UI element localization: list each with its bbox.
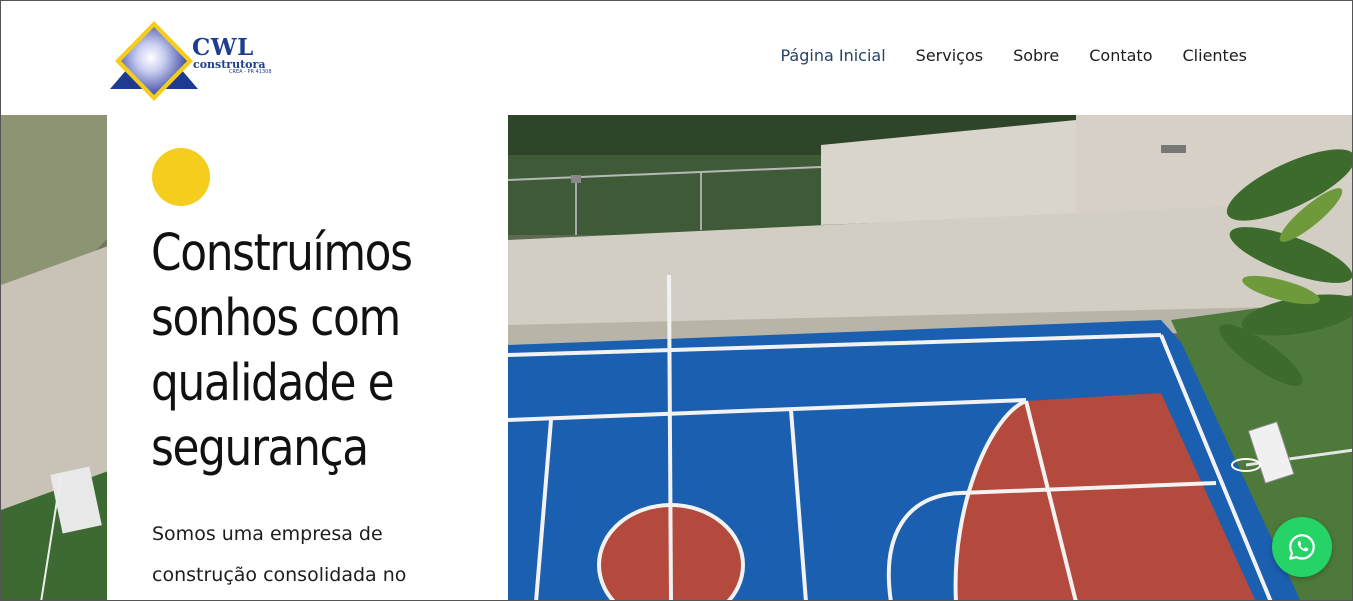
hero-section: Construímos sonhos com qualidade e segur…	[1, 115, 1352, 600]
nav-item-sobre[interactable]: Sobre	[1013, 45, 1059, 67]
nav-item-servicos[interactable]: Serviços	[916, 45, 983, 67]
logo-registry: CREA - PR 41308	[229, 69, 272, 75]
site-header: CWL construtora CREA - PR 41308 Página I…	[1, 1, 1352, 115]
hero-card: Construímos sonhos com qualidade e segur…	[107, 115, 508, 600]
whatsapp-icon	[1289, 534, 1315, 560]
nav-item-pagina-inicial[interactable]: Página Inicial	[780, 45, 885, 67]
nav-item-contato[interactable]: Contato	[1089, 45, 1152, 67]
decorative-yellow-dot	[152, 148, 210, 206]
hero-title: Construímos sonhos com qualidade e segur…	[151, 224, 413, 478]
whatsapp-button[interactable]	[1272, 517, 1332, 577]
nav-item-clientes[interactable]: Clientes	[1183, 45, 1248, 67]
logo-wordmark: CWL	[192, 34, 254, 61]
main-nav: Página Inicial Serviços Sobre Contato Cl…	[780, 45, 1247, 67]
hero-description: Somos uma empresa de construção consolid…	[152, 523, 407, 586]
page: CWL construtora CREA - PR 41308 Página I…	[0, 0, 1353, 601]
